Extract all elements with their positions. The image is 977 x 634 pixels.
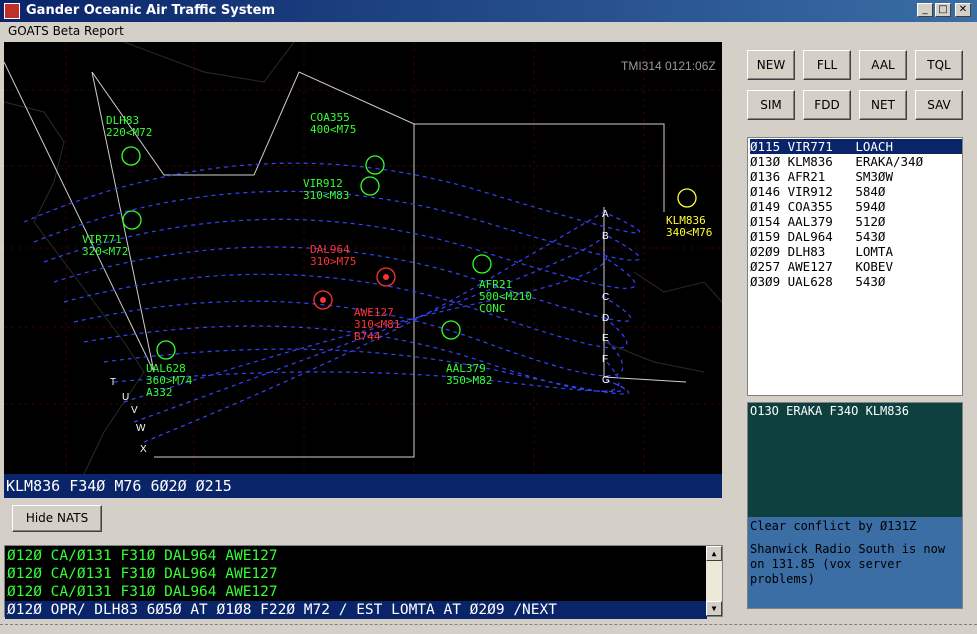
aal-button[interactable]: AAL bbox=[859, 50, 907, 80]
entry-point-label: D bbox=[602, 313, 609, 324]
aircraft-dal964[interactable]: DAL964310>M75 bbox=[310, 243, 356, 310]
entry-point-label: X bbox=[140, 444, 147, 455]
flight-list-row[interactable]: Ø115 VIR771 LOACH bbox=[750, 139, 962, 154]
entry-point-label: F bbox=[602, 354, 608, 365]
net-button[interactable]: NET bbox=[859, 90, 907, 120]
info-panel: O13O ERAKA F34O KLM836 Clear conflict by… bbox=[747, 402, 963, 609]
aircraft-datablock: 400<M75 bbox=[310, 123, 356, 136]
radar-svg[interactable]: DLH83220<M72 COA355400<M75VIR912310<M83 VI… bbox=[4, 42, 722, 474]
flight-list[interactable]: Ø115 VIR771 LOACH Ø13Ø KLM836 ERAKA/34Ø Ø1… bbox=[747, 137, 963, 396]
entry-point-label: E bbox=[602, 333, 609, 344]
menu-item-goats-beta-report[interactable]: GOATS Beta Report bbox=[8, 24, 124, 38]
new-button[interactable]: NEW bbox=[747, 50, 795, 80]
aircraft-datablock: A332 bbox=[146, 386, 173, 399]
flight-list-row[interactable]: Ø3Ø9 UAL628 543Ø bbox=[750, 274, 962, 289]
aircraft-ual628[interactable]: UAL628360>M74A332 bbox=[146, 340, 193, 399]
info-message-box: Clear conflict by Ø131Z Shanwick Radio S… bbox=[748, 517, 962, 608]
message-line[interactable]: Ø12Ø CA/Ø131 F31Ø DAL964 AWE127 bbox=[7, 565, 278, 583]
aircraft-coa355[interactable]: COA355400<M75 bbox=[310, 111, 385, 175]
clock-readout: TMI314 0121:06Z bbox=[621, 59, 716, 73]
close-button[interactable]: ✕ bbox=[955, 3, 971, 17]
aircraft-datablock: 310>M75 bbox=[310, 255, 356, 268]
menu-bar: GOATS Beta Report bbox=[0, 22, 977, 40]
aircraft-symbol-icon[interactable] bbox=[441, 320, 461, 340]
radar-display[interactable]: DLH83 220<M72 COA355 400<M75 VIR912 310<M83 VI… bbox=[4, 42, 722, 474]
minimize-button[interactable]: _ bbox=[917, 3, 933, 17]
entry-point-label: V bbox=[131, 405, 138, 416]
fll-button[interactable]: FLL bbox=[803, 50, 851, 80]
flight-list-row[interactable]: Ø2Ø9 DLH83 LOMTA bbox=[750, 244, 962, 259]
title-bar: Gander Oceanic Air Traffic System _ □ ✕ bbox=[0, 0, 977, 22]
aircraft-dlh83[interactable]: DLH83220<M72 bbox=[106, 114, 152, 166]
info-line-1: Clear conflict by Ø131Z bbox=[750, 519, 917, 533]
scroll-up-icon[interactable]: ▲ bbox=[706, 546, 722, 561]
message-line[interactable]: Ø12Ø CA/Ø131 F31Ø DAL964 AWE127 bbox=[7, 547, 278, 565]
aircraft-awe127[interactable]: AWE127310<M81B744 bbox=[354, 267, 400, 343]
sim-button[interactable]: SIM bbox=[747, 90, 795, 120]
aircraft-datablock: CONC bbox=[479, 302, 506, 315]
window-title: Gander Oceanic Air Traffic System bbox=[26, 3, 276, 18]
flight-list-row[interactable]: Ø154 AAL379 512Ø bbox=[750, 214, 962, 229]
entry-point-label: B bbox=[602, 231, 609, 242]
conflict-dot-icon bbox=[383, 274, 389, 280]
aircraft-symbol-icon[interactable] bbox=[677, 188, 697, 208]
info-line-2: Shanwick Radio South is now on 131.85 (v… bbox=[750, 542, 946, 586]
status-divider bbox=[0, 624, 977, 625]
aircraft-klm836[interactable]: KLM836340<M76 bbox=[666, 188, 712, 239]
aircraft-aal379[interactable]: AAL379350>M82 bbox=[441, 320, 492, 387]
scroll-down-icon[interactable]: ▼ bbox=[706, 601, 722, 616]
entry-point-label: T bbox=[110, 377, 116, 388]
aircraft-datablock: 220<M72 bbox=[106, 126, 152, 139]
entry-point-label: U bbox=[122, 392, 129, 403]
aircraft-datablock: 320<M72 bbox=[82, 245, 128, 258]
flight-list-row[interactable]: Ø13Ø KLM836 ERAKA/34Ø bbox=[750, 154, 962, 169]
entry-point-label: W bbox=[136, 423, 146, 434]
entry-point-label: G bbox=[602, 375, 610, 386]
aircraft-datablock: B744 bbox=[354, 330, 381, 343]
aircraft-symbol-icon[interactable] bbox=[121, 146, 141, 166]
flight-list-row[interactable]: Ø146 VIR912 584Ø bbox=[750, 184, 962, 199]
sav-button[interactable]: SAV bbox=[915, 90, 963, 120]
aircraft-layer[interactable]: DLH83220<M72 COA355400<M75VIR912310<M83 VI… bbox=[82, 111, 712, 399]
aircraft-symbol-icon[interactable] bbox=[365, 155, 385, 175]
entry-point-label: A bbox=[602, 209, 609, 220]
aircraft-symbol-icon[interactable] bbox=[156, 340, 176, 360]
aircraft-symbol-icon[interactable] bbox=[360, 176, 380, 196]
flight-list-row[interactable]: Ø149 COA355 594Ø bbox=[750, 199, 962, 214]
message-line[interactable]: Ø12Ø OPR/ DLH83 6Ø5Ø AT Ø1Ø8 F22Ø M72 / … bbox=[5, 601, 707, 619]
aircraft-vir771[interactable]: VIR771320<M72 bbox=[82, 210, 142, 258]
message-scrollbar[interactable]: ▲ ▼ bbox=[706, 546, 722, 616]
message-line[interactable]: Ø12Ø CA/Ø131 F31Ø DAL964 AWE127 bbox=[7, 583, 278, 601]
message-log[interactable]: Ø12Ø CA/Ø131 F31Ø DAL964 AWE127 Ø12Ø CA/Ø… bbox=[4, 545, 723, 619]
aircraft-vir912[interactable]: VIR912310<M83 bbox=[303, 176, 380, 202]
maximize-button[interactable]: □ bbox=[935, 3, 951, 17]
app-icon bbox=[4, 3, 20, 19]
info-header: O13O ERAKA F34O KLM836 bbox=[750, 404, 909, 418]
entry-point-label: C bbox=[602, 292, 609, 303]
tql-button[interactable]: TQL bbox=[915, 50, 963, 80]
flight-list-row[interactable]: Ø159 DAL964 543Ø bbox=[750, 229, 962, 244]
fdd-button[interactable]: FDD bbox=[803, 90, 851, 120]
aircraft-symbol-icon[interactable] bbox=[472, 254, 492, 274]
selected-flight-strip: KLM836 F34Ø M76 6Ø2Ø Ø215 bbox=[4, 474, 722, 498]
aircraft-datablock: 350>M82 bbox=[446, 374, 492, 387]
aircraft-datablock: 340<M76 bbox=[666, 226, 712, 239]
hide-nats-button[interactable]: Hide NATS bbox=[12, 505, 102, 532]
aircraft-datablock: 310<M83 bbox=[303, 189, 349, 202]
flight-list-row[interactable]: Ø136 AFR21 SM3ØW bbox=[750, 169, 962, 184]
aircraft-symbol-icon[interactable] bbox=[122, 210, 142, 230]
conflict-dot-icon bbox=[320, 297, 326, 303]
flight-list-row[interactable]: Ø257 AWE127 KOBEV bbox=[750, 259, 962, 274]
